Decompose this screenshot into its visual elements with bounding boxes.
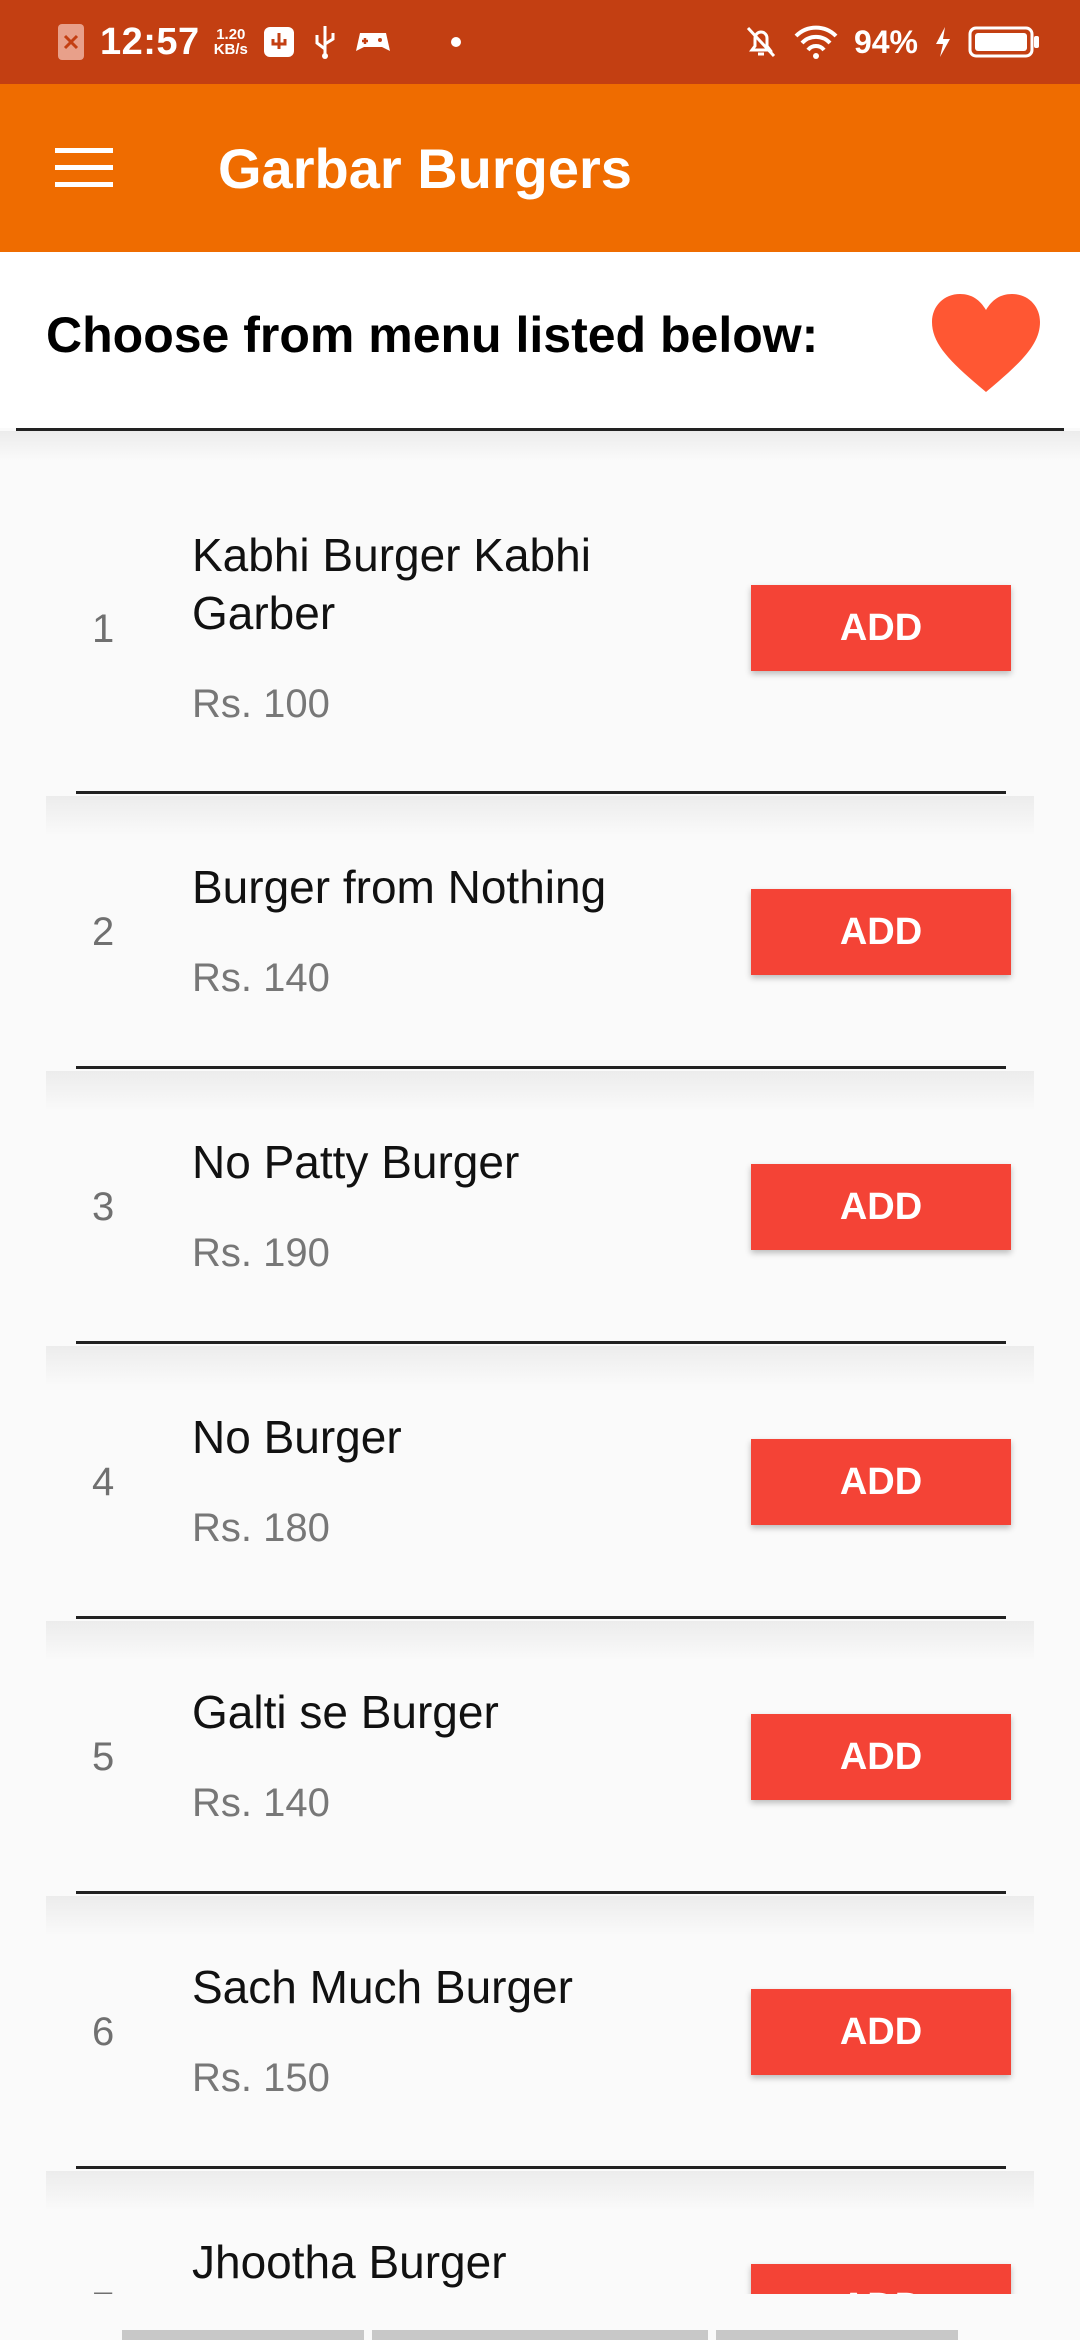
item-divider [76, 1891, 1006, 1894]
add-button[interactable]: ADD [751, 1989, 1011, 2075]
add-button[interactable]: ADD [751, 1714, 1011, 1800]
scroll-indicator-left [122, 2330, 364, 2340]
add-button[interactable]: ADD [751, 2264, 1011, 2294]
add-button[interactable]: ADD [751, 1439, 1011, 1525]
list-item: 2 Burger from Nothing Rs. 140 ADD [46, 796, 1034, 1071]
item-number: 4 [92, 1460, 115, 1504]
item-number: 2 [92, 910, 115, 954]
item-name: No Burger [192, 1411, 402, 1463]
item-price: Rs. 100 [192, 682, 330, 726]
item-number: 5 [92, 1735, 115, 1779]
item-price: Rs. 150 [192, 2056, 330, 2100]
status-bar: 12:57 1.20 KB/s 94% [0, 0, 1080, 84]
list-item: 7 Jhootha Burger ADD [46, 2171, 1034, 2294]
scroll-indicator-middle [372, 2330, 708, 2340]
app-bar: Garbar Burgers [0, 84, 1080, 252]
item-divider [76, 1066, 1006, 1069]
item-separator-band [46, 2171, 1034, 2211]
item-divider [76, 1341, 1006, 1344]
list-item: 1 Kabhi Burger Kabhi Garber Rs. 100 ADD [46, 461, 1034, 796]
item-separator-band [46, 796, 1034, 836]
header-shadow [0, 431, 1080, 461]
list-item: 6 Sach Much Burger Rs. 150 ADD [46, 1896, 1034, 2171]
usb-debug-icon [262, 25, 296, 59]
add-button[interactable]: ADD [751, 1164, 1011, 1250]
item-divider [76, 1616, 1006, 1619]
menu-header: Choose from menu listed below: [0, 252, 1080, 428]
scroll-indicator-right [716, 2330, 958, 2340]
item-number: 6 [92, 2010, 115, 2054]
item-number: 3 [92, 1185, 115, 1229]
item-name: No Patty Burger [192, 1136, 520, 1188]
item-separator-band [46, 1621, 1034, 1661]
item-price: Rs. 140 [192, 1781, 330, 1825]
battery-icon [968, 25, 1040, 59]
add-button[interactable]: ADD [751, 585, 1011, 671]
sim-error-icon [56, 22, 86, 62]
item-name: Sach Much Burger [192, 1961, 573, 2013]
bottom-bar [0, 2294, 1080, 2340]
heart-icon [932, 294, 1040, 392]
item-separator-band [46, 1896, 1034, 1936]
dot-icon [450, 36, 462, 48]
item-name: Jhootha Burger [192, 2236, 507, 2288]
hamburger-menu-icon [55, 148, 113, 187]
menu-prompt: Choose from menu listed below: [46, 307, 819, 363]
item-separator-band [46, 1346, 1034, 1386]
item-price: Rs. 190 [192, 1231, 330, 1275]
item-price: Rs. 180 [192, 1506, 330, 1550]
network-speed-value: 1.20 [216, 26, 246, 43]
hamburger-menu-button[interactable] [42, 126, 126, 210]
app-title: Garbar Burgers [218, 136, 632, 200]
item-divider [76, 791, 1006, 794]
list-item: 5 Galti se Burger Rs. 140 ADD [46, 1621, 1034, 1896]
charging-icon [934, 26, 952, 58]
item-number: 7 [92, 2285, 114, 2294]
battery-percent: 94% [853, 23, 918, 60]
status-time: 12:57 [100, 20, 200, 63]
network-speed-unit: KB/s [213, 41, 248, 58]
add-button[interactable]: ADD [751, 889, 1011, 975]
bell-off-icon [744, 24, 778, 60]
favorite-button[interactable] [930, 292, 1042, 396]
gamepad-icon [354, 27, 392, 57]
item-separator-band [46, 1071, 1034, 1111]
item-number: 1 [92, 607, 115, 651]
list-item: 4 No Burger Rs. 180 ADD [46, 1346, 1034, 1621]
item-price: Rs. 140 [192, 956, 330, 1000]
usb-icon [310, 23, 340, 61]
item-name: Galti se Burger [192, 1686, 499, 1738]
item-name: Kabhi Burger Kabhi Garber [192, 529, 591, 639]
wifi-icon [794, 24, 838, 60]
list-item: 3 No Patty Burger Rs. 190 ADD [46, 1071, 1034, 1346]
item-name: Burger from Nothing [192, 861, 607, 913]
network-speed: 1.20 KB/s [214, 27, 248, 57]
item-divider [76, 2166, 1006, 2169]
